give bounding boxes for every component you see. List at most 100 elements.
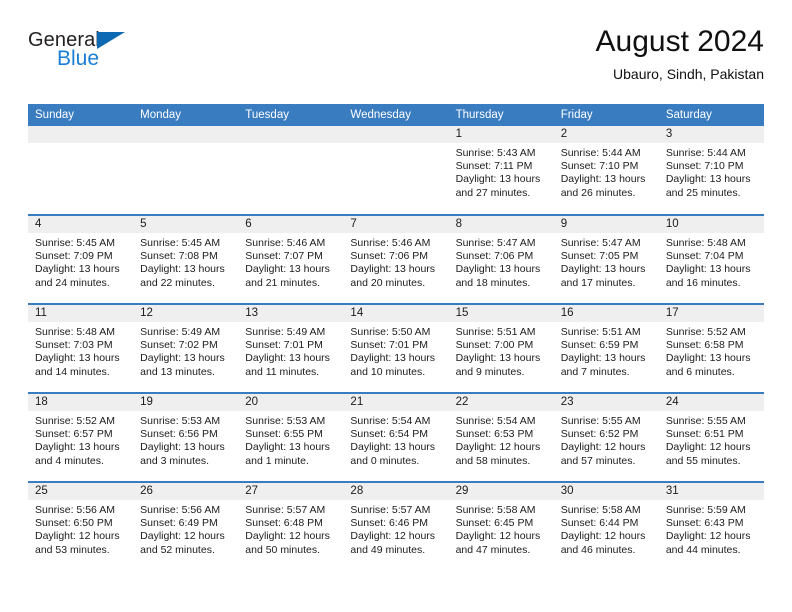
brand-name-blue: Blue xyxy=(57,47,100,70)
day-number: 1 xyxy=(448,126,554,143)
sunrise-text: Sunrise: 5:59 AM xyxy=(665,504,746,516)
daylight-text-line2: and 46 minutes. xyxy=(560,543,636,556)
calendar-cell-empty xyxy=(238,126,344,215)
calendar-day-cell[interactable]: 2 Sunrise: 5:44 AM Sunset: 7:10 PM Daylight… xyxy=(553,126,659,215)
calendar-day-cell[interactable]: 30 Sunrise: 5:58 AM Sunset: 6:44 PM Dayligh… xyxy=(553,481,659,571)
day-details: Sunrise: 5:54 AM Sunset: 6:53 PM Daylight:… xyxy=(449,411,554,468)
calendar-day-cell[interactable]: 18 Sunrise: 5:52 AM Sunset: 6:57 PM Dayligh… xyxy=(28,392,134,482)
calendar-day-cell[interactable]: 4 Sunrise: 5:45 AM Sunset: 7:09 PM Daylight… xyxy=(28,214,134,304)
calendar-day-cell[interactable]: 27 Sunrise: 5:57 AM Sunset: 6:48 PM Dayligh… xyxy=(238,481,344,571)
calendar-day-cell[interactable]: 24 Sunrise: 5:55 AM Sunset: 6:51 PM Dayligh… xyxy=(658,392,764,482)
sunset-text: Sunset: 7:01 PM xyxy=(350,339,429,352)
calendar-day-cell[interactable]: 8 Sunrise: 5:47 AM Sunset: 7:06 PM Daylight… xyxy=(448,214,554,304)
day-number: 19 xyxy=(133,394,239,411)
day-details: Sunrise: 5:58 AM Sunset: 6:45 PM Daylight:… xyxy=(449,500,554,557)
calendar-day-cell[interactable]: 23 Sunrise: 5:55 AM Sunset: 6:52 PM Dayligh… xyxy=(553,392,659,482)
sunrise-text: Sunrise: 5:48 AM xyxy=(665,237,746,249)
sunrise-text: Sunrise: 5:55 AM xyxy=(560,415,641,427)
calendar-day-cell[interactable]: 12 Sunrise: 5:49 AM Sunset: 7:02 PM Dayligh… xyxy=(133,303,239,393)
weekday-header-friday: Friday xyxy=(553,104,659,126)
day-details: Sunrise: 5:57 AM Sunset: 6:46 PM Daylight:… xyxy=(343,500,448,557)
daylight-text-line1: Daylight: 13 hours xyxy=(350,263,436,276)
page-title: August 2024 xyxy=(595,25,764,58)
daylight-text-line1: Daylight: 13 hours xyxy=(350,352,436,365)
calendar-day-cell[interactable]: 19 Sunrise: 5:53 AM Sunset: 6:56 PM Dayligh… xyxy=(133,392,239,482)
calendar-day-cell[interactable]: 3 Sunrise: 5:44 AM Sunset: 7:10 PM Daylight… xyxy=(658,126,764,215)
calendar-day-cell[interactable]: 21 Sunrise: 5:54 AM Sunset: 6:54 PM Dayligh… xyxy=(343,392,449,482)
brand-logo[interactable]: General Blue xyxy=(28,30,148,76)
day-number: 20 xyxy=(238,394,344,411)
daylight-text-line1: Daylight: 13 hours xyxy=(245,352,330,365)
daylight-text-line2: and 9 minutes. xyxy=(455,365,525,378)
day-number: 12 xyxy=(133,305,239,322)
calendar-day-cell[interactable]: 5 Sunrise: 5:45 AM Sunset: 7:08 PM Daylight… xyxy=(133,214,239,304)
daylight-text-line2: and 49 minutes. xyxy=(350,543,426,556)
weekday-header-thursday: Thursday xyxy=(448,104,554,126)
calendar-day-cell[interactable]: 17 Sunrise: 5:52 AM Sunset: 6:58 PM Dayligh… xyxy=(658,303,764,393)
calendar-day-cell[interactable]: 22 Sunrise: 5:54 AM Sunset: 6:53 PM Dayligh… xyxy=(448,392,554,482)
calendar-day-cell[interactable]: 31 Sunrise: 5:59 AM Sunset: 6:43 PM Dayligh… xyxy=(658,481,764,571)
calendar-day-cell[interactable]: 6 Sunrise: 5:46 AM Sunset: 7:07 PM Daylight… xyxy=(238,214,344,304)
daylight-text-line2: and 26 minutes. xyxy=(560,186,636,199)
daylight-text-line1: Daylight: 13 hours xyxy=(140,263,225,276)
calendar-day-cell[interactable]: 16 Sunrise: 5:51 AM Sunset: 6:59 PM Dayligh… xyxy=(553,303,659,393)
day-number: 6 xyxy=(238,216,344,233)
calendar-day-cell[interactable]: 26 Sunrise: 5:56 AM Sunset: 6:49 PM Dayligh… xyxy=(133,481,239,571)
calendar-page: General Blue August 2024 Ubauro, Sindh, … xyxy=(0,0,792,612)
calendar-day-cell[interactable]: 9 Sunrise: 5:47 AM Sunset: 7:05 PM Daylight… xyxy=(553,214,659,304)
sunrise-text: Sunrise: 5:43 AM xyxy=(455,147,536,159)
day-details: Sunrise: 5:53 AM Sunset: 6:56 PM Daylight:… xyxy=(133,411,238,468)
daylight-text-line1: Daylight: 13 hours xyxy=(455,173,541,186)
day-number: 31 xyxy=(658,483,764,500)
daylight-text-line1: Daylight: 13 hours xyxy=(560,173,646,186)
calendar-day-cell[interactable]: 1 Sunrise: 5:43 AM Sunset: 7:11 PM Daylight… xyxy=(448,126,554,215)
daylight-text-line1: Daylight: 12 hours xyxy=(665,530,751,543)
day-details: Sunrise: 5:46 AM Sunset: 7:07 PM Daylight:… xyxy=(238,233,343,290)
day-details: Sunrise: 5:57 AM Sunset: 6:48 PM Daylight:… xyxy=(238,500,343,557)
calendar-day-cell[interactable]: 28 Sunrise: 5:57 AM Sunset: 6:46 PM Dayligh… xyxy=(343,481,449,571)
day-details: Sunrise: 5:44 AM Sunset: 7:10 PM Daylight:… xyxy=(659,143,764,200)
triangle-icon xyxy=(97,32,125,49)
daylight-text-line1: Daylight: 12 hours xyxy=(560,530,646,543)
day-details: Sunrise: 5:55 AM Sunset: 6:51 PM Daylight:… xyxy=(659,411,764,468)
day-number: 25 xyxy=(28,483,134,500)
daylight-text-line1: Daylight: 13 hours xyxy=(455,352,541,365)
daylight-text-line2: and 44 minutes. xyxy=(665,543,741,556)
day-number: 4 xyxy=(28,216,134,233)
day-number: 2 xyxy=(553,126,659,143)
calendar-day-cell[interactable]: 13 Sunrise: 5:49 AM Sunset: 7:01 PM Dayligh… xyxy=(238,303,344,393)
calendar-day-cell[interactable]: 10 Sunrise: 5:48 AM Sunset: 7:04 PM Dayligh… xyxy=(658,214,764,304)
day-number: 29 xyxy=(448,483,554,500)
daylight-text-line2: and 55 minutes. xyxy=(665,454,741,467)
sunset-text: Sunset: 7:10 PM xyxy=(665,160,744,173)
sunset-text: Sunset: 7:01 PM xyxy=(245,339,323,352)
day-number: 18 xyxy=(28,394,134,411)
calendar-body: 1 Sunrise: 5:43 AM Sunset: 7:11 PM Daylight… xyxy=(28,126,764,571)
daylight-text-line2: and 24 minutes. xyxy=(35,276,110,289)
calendar-day-cell[interactable]: 11 Sunrise: 5:48 AM Sunset: 7:03 PM Dayligh… xyxy=(28,303,134,393)
daylight-text-line1: Daylight: 12 hours xyxy=(455,441,541,454)
sunset-text: Sunset: 7:06 PM xyxy=(350,250,429,263)
calendar-day-cell[interactable]: 15 Sunrise: 5:51 AM Sunset: 7:00 PM Dayligh… xyxy=(448,303,554,393)
daylight-text-line2: and 3 minutes. xyxy=(140,454,210,467)
sunset-text: Sunset: 6:45 PM xyxy=(455,517,534,530)
day-number: 16 xyxy=(553,305,659,322)
day-details: Sunrise: 5:51 AM Sunset: 7:00 PM Daylight:… xyxy=(449,322,554,379)
daylight-text-line1: Daylight: 13 hours xyxy=(140,352,225,365)
daylight-text-line2: and 6 minutes. xyxy=(665,365,735,378)
day-details: Sunrise: 5:52 AM Sunset: 6:58 PM Daylight:… xyxy=(659,322,764,379)
calendar-day-cell[interactable]: 7 Sunrise: 5:46 AM Sunset: 7:06 PM Daylight… xyxy=(343,214,449,304)
calendar-day-cell[interactable]: 14 Sunrise: 5:50 AM Sunset: 7:01 PM Dayligh… xyxy=(343,303,449,393)
daylight-text-line1: Daylight: 12 hours xyxy=(455,530,541,543)
calendar-day-cell[interactable]: 20 Sunrise: 5:53 AM Sunset: 6:55 PM Dayligh… xyxy=(238,392,344,482)
day-details: Sunrise: 5:47 AM Sunset: 7:06 PM Daylight:… xyxy=(449,233,554,290)
sunset-text: Sunset: 6:57 PM xyxy=(35,428,113,441)
weekday-header-wednesday: Wednesday xyxy=(343,104,449,126)
sunrise-text: Sunrise: 5:45 AM xyxy=(35,237,115,249)
calendar-day-cell[interactable]: 25 Sunrise: 5:56 AM Sunset: 6:50 PM Dayligh… xyxy=(28,481,134,571)
sunset-text: Sunset: 6:43 PM xyxy=(665,517,744,530)
daylight-text-line2: and 4 minutes. xyxy=(35,454,104,467)
calendar-day-cell[interactable]: 29 Sunrise: 5:58 AM Sunset: 6:45 PM Dayligh… xyxy=(448,481,554,571)
daylight-text-line1: Daylight: 13 hours xyxy=(35,441,120,454)
calendar-cell-empty xyxy=(28,126,134,215)
